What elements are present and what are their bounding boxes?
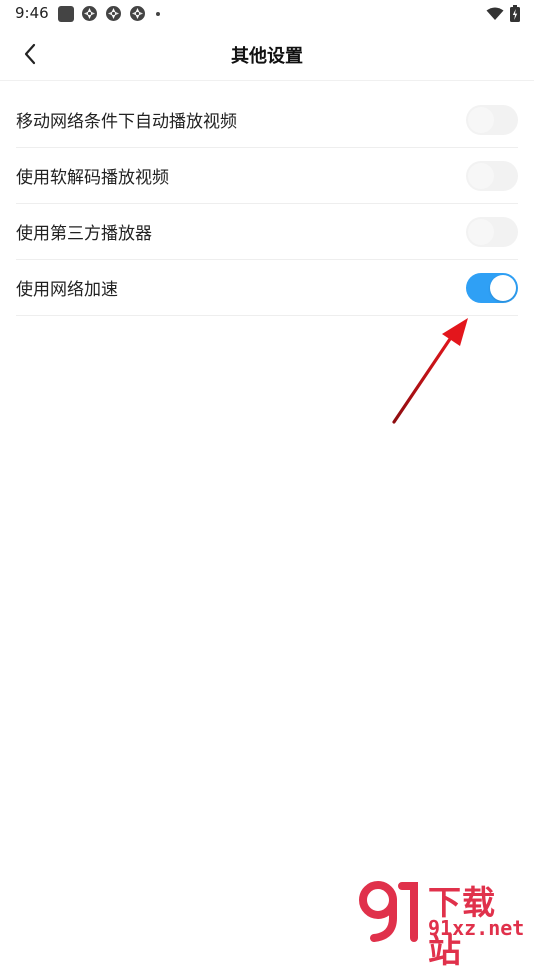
toggle-knob	[490, 274, 516, 301]
status-bar: 9:46	[0, 0, 534, 28]
more-dot-icon	[156, 11, 160, 16]
network-acceleration-toggle[interactable]	[466, 272, 518, 303]
watermark-logo-icon	[359, 881, 418, 942]
watermark: 下载站 91xz.net	[358, 876, 528, 970]
setting-row-third-party-player[interactable]: 使用第三方播放器	[16, 204, 518, 260]
app-notification-icon	[130, 6, 145, 21]
watermark-text-en: 91xz.net	[428, 916, 525, 940]
app-notification-icon	[82, 6, 97, 21]
setting-label: 使用第三方播放器	[16, 224, 152, 244]
setting-row-soft-decode[interactable]: 使用软解码播放视频	[16, 148, 518, 204]
third-party-player-toggle[interactable]	[466, 216, 518, 247]
square-notification-icon	[58, 5, 74, 22]
soft-decode-toggle[interactable]	[466, 160, 518, 191]
setting-label: 移动网络条件下自动播放视频	[16, 112, 237, 132]
status-system-icons	[486, 5, 520, 22]
status-time: 9:46	[15, 4, 49, 22]
arrow-head	[442, 318, 468, 346]
wifi-icon	[486, 7, 504, 20]
autoplay-mobile-toggle[interactable]	[466, 104, 518, 135]
toggle-knob	[468, 106, 494, 133]
app-bar: 其他设置	[0, 28, 534, 81]
setting-row-autoplay-mobile[interactable]: 移动网络条件下自动播放视频	[16, 92, 518, 148]
page-title: 其他设置	[231, 46, 303, 67]
status-notification-icons	[58, 5, 160, 22]
setting-label: 使用网络加速	[16, 280, 118, 300]
setting-label: 使用软解码播放视频	[16, 168, 169, 188]
setting-row-network-acceleration[interactable]: 使用网络加速	[16, 260, 518, 316]
battery-charging-icon	[510, 5, 520, 22]
settings-list: 移动网络条件下自动播放视频 使用软解码播放视频 使用第三方播放器 使用网络加速	[16, 92, 518, 316]
toggle-knob	[468, 218, 494, 245]
app-notification-icon	[106, 6, 121, 21]
toggle-knob	[468, 162, 494, 189]
